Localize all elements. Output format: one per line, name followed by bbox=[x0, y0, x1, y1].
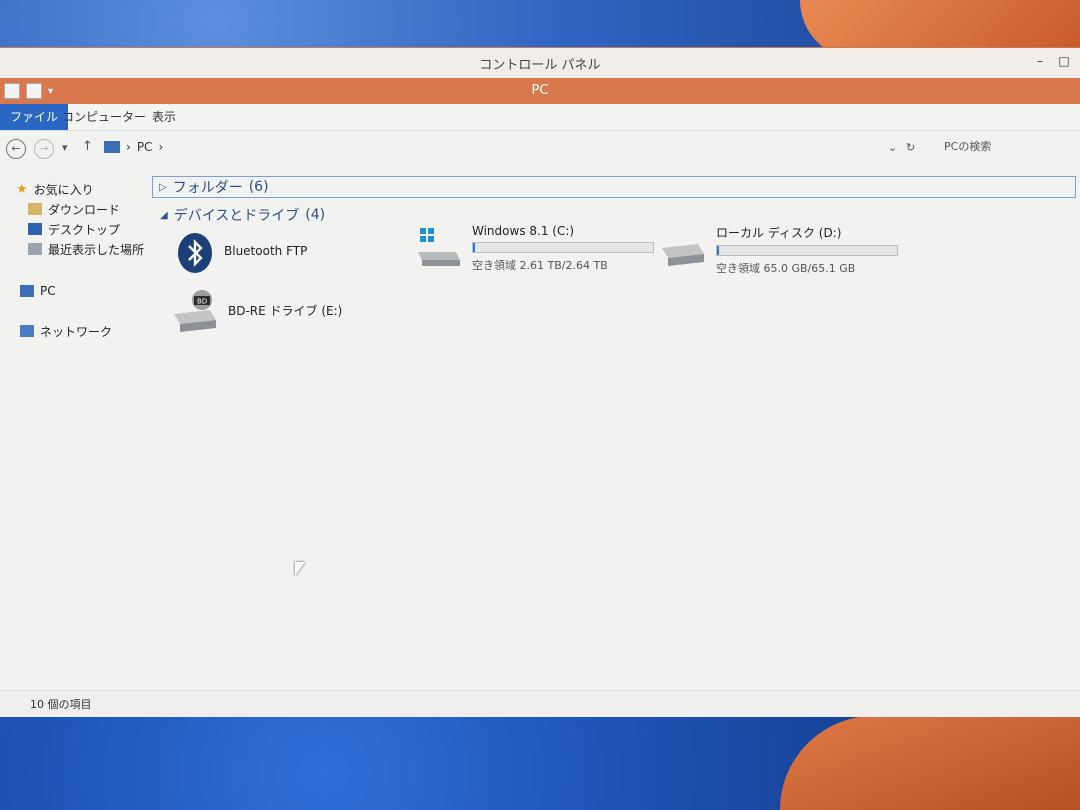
tab-view[interactable]: 表示 bbox=[142, 104, 186, 130]
collapse-icon[interactable]: ◢ bbox=[160, 210, 168, 221]
group-count: (4) bbox=[305, 207, 326, 223]
sidebar-item-label: 最近表示した場所 bbox=[48, 242, 145, 257]
device-name: BD-RE ドライブ (E:) bbox=[228, 304, 343, 318]
minimize-button[interactable]: – bbox=[1030, 52, 1050, 70]
device-item[interactable]: BD BD-RE ドライブ (E:) bbox=[172, 288, 342, 332]
address-dropdown-icon[interactable]: ⌄ bbox=[888, 141, 897, 154]
group-header-folders[interactable]: ▷ フォルダー (6) bbox=[152, 176, 1076, 198]
device-name: Bluetooth FTP bbox=[224, 244, 308, 258]
refresh-button[interactable]: ↻ bbox=[906, 141, 915, 154]
sidebar-item-recent-places[interactable]: 最近表示した場所 bbox=[28, 240, 144, 258]
mouse-cursor bbox=[295, 562, 305, 576]
up-button[interactable]: ↑ bbox=[82, 139, 93, 154]
sidebar-item-network[interactable]: ネットワーク bbox=[20, 322, 112, 340]
status-bar: 10 個の項目 bbox=[0, 690, 1080, 717]
drive-name: Windows 8.1 (C:) bbox=[472, 224, 575, 238]
file-view: ▷ フォルダー (6) ◢ デバイスとドライブ (4) Bluetooth FT… bbox=[152, 172, 1080, 692]
sidebar-item-downloads[interactable]: ダウンロード bbox=[28, 200, 120, 218]
group-count: (6) bbox=[248, 179, 269, 195]
breadcrumb-pc[interactable]: PC bbox=[137, 140, 153, 154]
desktop-wallpaper-accent-bottom bbox=[780, 716, 1080, 810]
forward-button[interactable]: → bbox=[34, 139, 54, 159]
search-input[interactable]: PCの検索 bbox=[930, 137, 1076, 157]
group-label: フォルダー bbox=[172, 180, 243, 196]
group-header-devices[interactable]: ◢ デバイスとドライブ (4) bbox=[152, 204, 325, 226]
breadcrumb-separator: › bbox=[126, 140, 131, 154]
network-icon bbox=[20, 325, 34, 337]
sidebar-item-label: ネットワーク bbox=[40, 324, 113, 339]
download-folder-icon bbox=[28, 203, 42, 215]
sidebar-item-label: PC bbox=[40, 284, 56, 298]
recent-locations-icon[interactable]: ▾ bbox=[62, 141, 68, 154]
expand-icon[interactable]: ▷ bbox=[159, 182, 167, 193]
explorer-window: コントロール パネル – □ ▾ PC ファイル コンピューター 表示 ← → … bbox=[0, 48, 1080, 717]
control-panel-title: コントロール パネル bbox=[479, 58, 601, 73]
windows-drive-icon bbox=[418, 228, 460, 266]
sidebar-item-label: デスクトップ bbox=[48, 222, 121, 237]
recent-places-icon bbox=[28, 243, 42, 255]
back-button[interactable]: ← bbox=[6, 139, 26, 159]
computer-icon bbox=[20, 285, 34, 297]
device-item[interactable]: Bluetooth FTP bbox=[176, 232, 307, 274]
tab-computer[interactable]: コンピューター bbox=[52, 104, 156, 130]
group-label: デバイスとドライブ bbox=[173, 208, 300, 224]
breadcrumb-separator: › bbox=[158, 140, 164, 154]
drive-item-c[interactable]: Windows 8.1 (C:) 空き領域 2.61 TB/2.64 TB bbox=[416, 224, 654, 273]
drive-usage-bar bbox=[716, 245, 898, 256]
sidebar-item-desktop[interactable]: デスクトップ bbox=[28, 220, 120, 238]
drive-item-d[interactable]: ローカル ディスク (D:) 空き領域 65.0 GB/65.1 GB bbox=[660, 224, 898, 276]
star-icon: ★ bbox=[16, 181, 28, 197]
address-bar-row: ← → ▾ ↑ › PC › ⌄ ↻ PCの検索 bbox=[0, 134, 1080, 162]
drive-name: ローカル ディスク (D:) bbox=[716, 226, 842, 240]
breadcrumb[interactable]: › PC › bbox=[104, 137, 884, 157]
sidebar-item-label: お気に入り bbox=[33, 182, 94, 197]
drive-usage-bar bbox=[472, 242, 654, 253]
desktop-icon bbox=[28, 223, 42, 235]
bd-drive-icon: BD bbox=[174, 290, 216, 332]
window-title: PC bbox=[531, 83, 549, 98]
computer-icon bbox=[104, 141, 120, 153]
drive-free-space: 空き領域 2.61 TB/2.64 TB bbox=[472, 259, 608, 272]
bluetooth-icon bbox=[178, 233, 212, 273]
drive-free-space: 空き領域 65.0 GB/65.1 GB bbox=[716, 262, 856, 275]
item-count: 10 個の項目 bbox=[30, 698, 92, 711]
window-titlebar: ▾ PC bbox=[0, 78, 1080, 104]
navigation-pane: ★ お気に入り ダウンロード デスクトップ 最近表示した場所 PC ネットワーク bbox=[0, 172, 150, 692]
sidebar-item-favorites[interactable]: ★ お気に入り bbox=[16, 180, 94, 198]
ribbon: ファイル コンピューター 表示 bbox=[0, 104, 1080, 131]
sidebar-item-label: ダウンロード bbox=[48, 202, 121, 217]
sidebar-item-pc[interactable]: PC bbox=[20, 282, 56, 300]
control-panel-titlebar: コントロール パネル – □ bbox=[0, 48, 1080, 79]
svg-text:BD: BD bbox=[197, 298, 207, 306]
maximize-button[interactable]: □ bbox=[1054, 52, 1074, 70]
hard-drive-icon bbox=[662, 244, 704, 266]
